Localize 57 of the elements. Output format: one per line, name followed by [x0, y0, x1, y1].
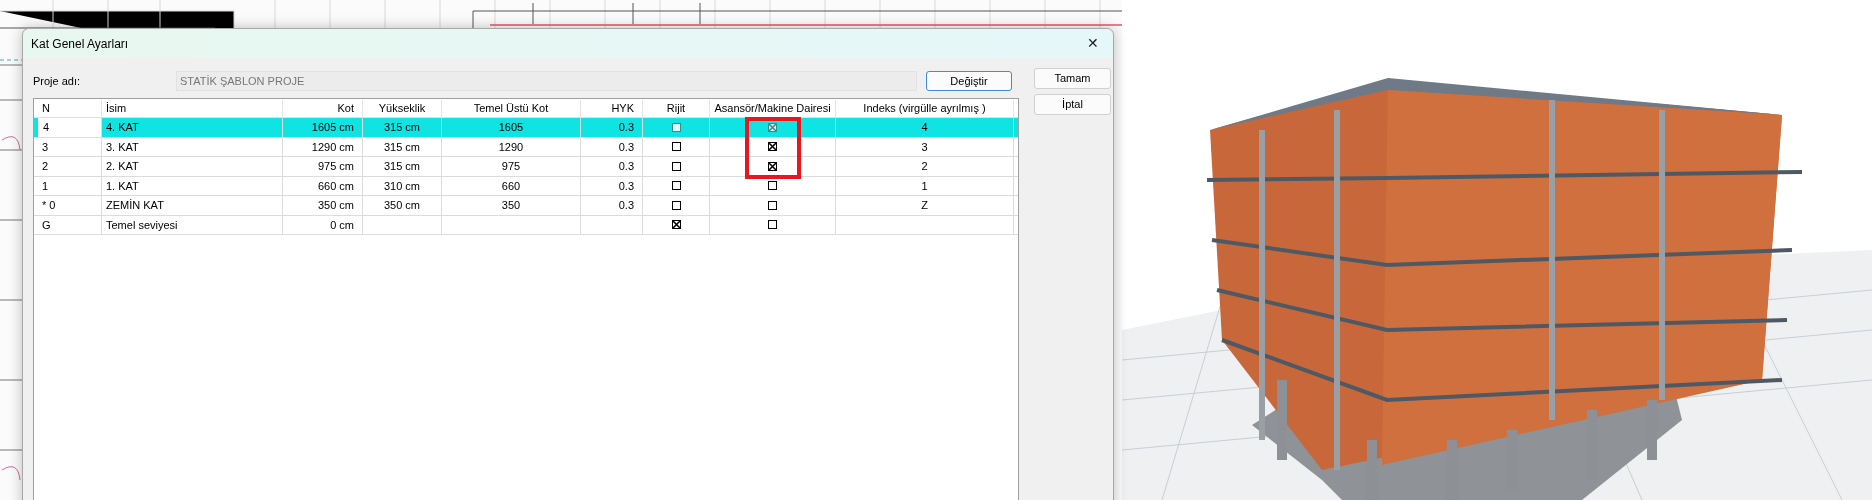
table-cell: 1290 cm [283, 137, 363, 156]
table-cell: 1 [34, 176, 102, 195]
table-cell: 3 [34, 137, 102, 156]
column-header[interactable]: Yükseklik [363, 100, 442, 117]
table-cell: 1605 cm [283, 118, 363, 137]
table-cell: 3. KAT [102, 137, 283, 156]
table-cell: 315 cm [363, 137, 442, 156]
table-cell: 0 cm [283, 215, 363, 234]
column-header[interactable]: Indeks (virgülle ayrılmış ) [836, 100, 1014, 117]
table-cell: * 0 [34, 196, 102, 215]
table-row[interactable]: * 0 ZEMİN KAT 350 cm 350 cm 350 0.3 Z [34, 196, 1018, 216]
table-cell: ZEMİN KAT [102, 196, 283, 215]
table-cell: 2 [34, 157, 102, 176]
column-header[interactable]: Temel Üstü Kot [442, 100, 581, 117]
column-header[interactable]: HYK [581, 100, 643, 117]
table-cell: 975 cm [283, 157, 363, 176]
column-header[interactable]: Rijit [643, 100, 710, 117]
table-cell: Temel seviyesi [102, 215, 283, 234]
table-cell: 350 cm [363, 196, 442, 215]
field-label: Proje adı: [33, 73, 82, 89]
table-cell: 315 cm [363, 118, 442, 137]
table-cell: 4. KAT [102, 118, 283, 137]
table-cell: 1605 [442, 118, 581, 137]
column-header[interactable]: N [34, 100, 102, 117]
table-cell: 1290 [442, 137, 581, 156]
table-row[interactable]: G Temel seviyesi 0 cm [34, 215, 1018, 235]
table-cell: 350 [442, 196, 581, 215]
table-cell: 0.3 [581, 118, 643, 137]
table-cell: 1 [836, 176, 1014, 195]
table-cell: 660 cm [283, 176, 363, 195]
close-button[interactable]: ✕ [1073, 29, 1113, 58]
table-cell: 1. KAT [102, 176, 283, 195]
cancel-button[interactable]: İptal [1034, 94, 1111, 115]
table-cell: 2. KAT [102, 157, 283, 176]
window-title: Kat Genel Ayarları [31, 35, 129, 53]
ok-button[interactable]: Tamam [1034, 68, 1111, 89]
table-cell: 3 [836, 137, 1014, 156]
table-row[interactable]: 2 2. KAT 975 cm 315 cm 975 0.3 2 [34, 157, 1018, 177]
change-button[interactable]: Değiştir [926, 71, 1012, 91]
table-cell: 0.3 [581, 176, 643, 195]
table-cell: 0.3 [581, 157, 643, 176]
table-cell: 0.3 [581, 137, 643, 156]
table-cell: 350 cm [283, 196, 363, 215]
table-cell: Z [836, 196, 1014, 215]
column-header[interactable]: Asansör/Makine Dairesi [710, 100, 836, 117]
table-cell: 315 cm [363, 157, 442, 176]
column-header[interactable]: Kot [283, 100, 363, 117]
table-cell: 0.3 [581, 196, 643, 215]
table-cell: 975 [442, 157, 581, 176]
table-cell: 2 [836, 157, 1014, 176]
table-cell: 310 cm [363, 176, 442, 195]
project-name-field[interactable]: STATİK ŞABLON PROJE [176, 71, 917, 91]
column-header[interactable]: İsim [102, 100, 283, 117]
table-row[interactable]: 4 4. KAT 1605 cm 315 cm 1605 0.3 4 [34, 118, 1018, 138]
table-cell: 660 [442, 176, 581, 195]
table-cell: G [34, 215, 102, 234]
table-cell: 4 [836, 118, 1014, 137]
